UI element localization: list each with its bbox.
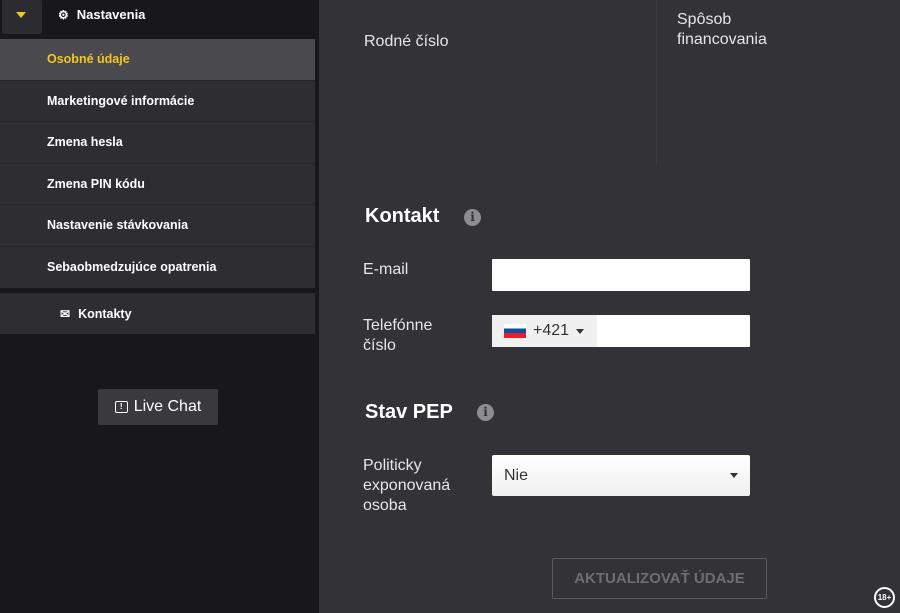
live-chat-label: Live Chat [133, 398, 202, 415]
funding-label: Spôsob financovania [677, 11, 767, 48]
email-label: E-mail [363, 261, 409, 278]
kontakty-label: Kontakty [78, 306, 132, 321]
section-nastavenia[interactable]: ⚙ Nastavenia [58, 7, 145, 22]
pep-label: Politicky exponovaná osoba [363, 457, 451, 514]
gears-icon: ⚙ [58, 7, 69, 22]
sidebar-item-marketing[interactable]: Marketingové informácie [0, 81, 315, 122]
divider [656, 0, 657, 165]
live-chat-button[interactable]: ! Live Chat [98, 389, 218, 425]
phone-input[interactable]: +421 [492, 315, 750, 347]
chevron-down-icon [576, 328, 585, 334]
country-code-select[interactable]: +421 [492, 315, 597, 347]
collapse-toggle[interactable] [2, 0, 42, 34]
country-code: +421 [533, 322, 570, 339]
sidebar-item-zmena-hesla[interactable]: Zmena hesla [0, 122, 315, 164]
sidebar-item-sebaobmedzujuce[interactable]: Sebaobmedzujúce opatrenia [0, 247, 315, 289]
envelope-icon: ✉ [60, 306, 71, 321]
birth-number-label: Rodné číslo [364, 33, 449, 50]
sidebar-item-stavkovanie[interactable]: Nastavenie stávkovania [0, 205, 315, 247]
contact-title: Kontakt [365, 205, 440, 227]
slovakia-flag-icon [504, 324, 526, 338]
chat-icon: ! [114, 401, 128, 413]
info-icon[interactable]: i [477, 404, 494, 421]
pep-title: Stav PEP [365, 401, 453, 423]
sidebar-item-kontakty[interactable]: ✉ Kontakty [0, 293, 315, 334]
sidebar-item-zmena-pin[interactable]: Zmena PIN kódu [0, 164, 315, 205]
pep-value: Nie [504, 467, 529, 484]
settings-submenu: Osobné údaje Marketingové informácie Zme… [0, 39, 315, 288]
phone-label: Telefónne číslo [363, 317, 433, 354]
info-icon[interactable]: i [464, 209, 481, 226]
sidebar-item-osobne-udaje[interactable]: Osobné údaje [0, 39, 315, 81]
chevron-down-icon [730, 473, 738, 478]
update-button[interactable]: AKTUALIZOVAŤ ÚDAJE [552, 558, 767, 599]
pep-select[interactable]: Nie [492, 455, 750, 496]
age-18-badge: 18+ [874, 587, 895, 608]
sidebar: ⚙ Nastavenia Osobné údaje Marketingové i… [0, 0, 319, 613]
section-title: Nastavenia [76, 7, 146, 22]
email-input[interactable] [492, 259, 750, 291]
